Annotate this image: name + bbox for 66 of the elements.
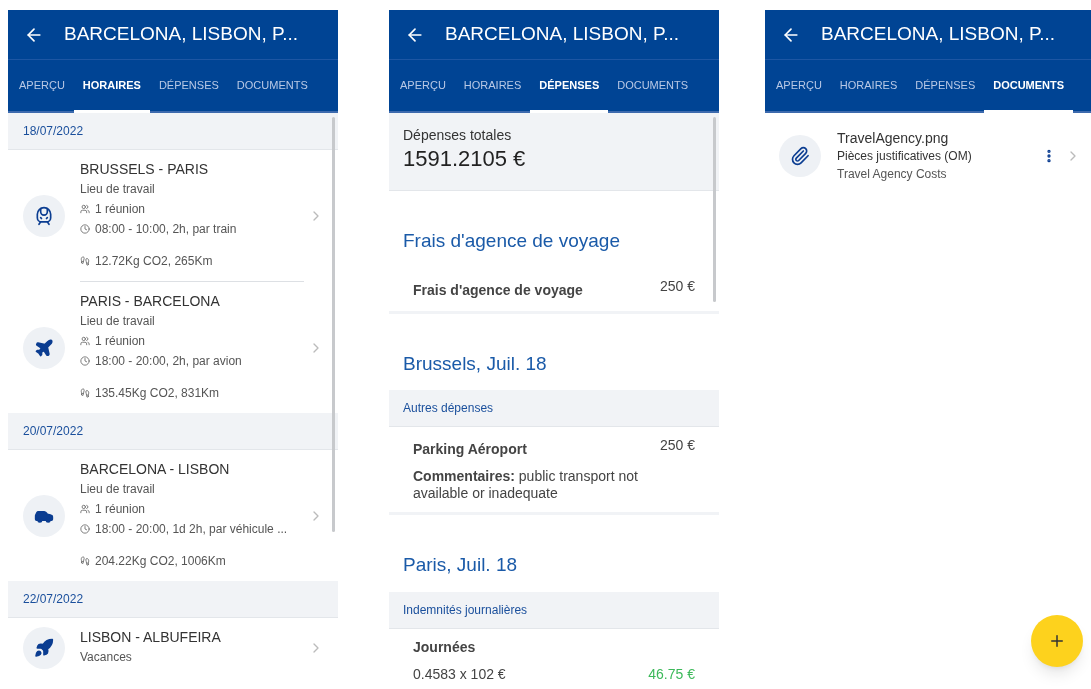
people-icon — [80, 504, 90, 514]
section-title: Paris, Juil. 18 — [402, 553, 519, 577]
people-icon — [80, 336, 90, 346]
expense-amount: 250 € — [659, 436, 695, 455]
tab[interactable]: DÉPENSES — [149, 60, 228, 113]
footprint-icon — [80, 388, 90, 398]
clock-icon — [80, 356, 90, 366]
tab[interactable]: DOCUMENTS — [227, 60, 317, 113]
allowance-amount: 46.75 € — [648, 664, 695, 684]
people-icon — [80, 204, 90, 214]
screen-title: BARCELONA, LISBON, P... — [445, 22, 680, 47]
meeting-count: 1 réunion — [95, 333, 146, 350]
trip-emissions: 12.72Kg CO2, 265Km — [95, 253, 213, 270]
tab[interactable]: APERÇU — [767, 60, 831, 113]
trip-route: PARIS - BARCELONA — [80, 292, 221, 311]
tab[interactable]: HORAIRES — [454, 60, 531, 113]
tab[interactable]: DOCUMENTS — [608, 60, 698, 113]
category-header: Indemnités journalières — [403, 601, 528, 619]
plus-icon — [1048, 632, 1066, 650]
trip-purpose: Lieu de travail — [80, 481, 156, 498]
expense-amount: 250 € — [659, 276, 695, 296]
total-label: Dépenses totales — [403, 126, 513, 145]
document-name: TravelAgency.png — [837, 129, 950, 147]
date-header: 18/07/2022 — [23, 123, 84, 140]
expense-comment: Commentaires: public transport not available or inadequate — [413, 468, 639, 502]
date-header: 20/07/2022 — [23, 423, 84, 440]
screen-title: BARCELONA, LISBON, P... — [821, 22, 1056, 47]
clock-icon — [80, 224, 90, 234]
meeting-count: 1 réunion — [95, 201, 146, 218]
tab[interactable]: DÉPENSES — [906, 60, 985, 113]
document-item[interactable]: TravelAgency.png Pièces justificatives (OM) Travel Agency Costs — [765, 113, 1091, 199]
airplane-icon — [34, 337, 54, 358]
trip-route: BRUSSELS - PARIS — [80, 160, 210, 179]
section-title: Brussels, Juil. 18 — [402, 351, 548, 376]
tab[interactable]: APERÇU — [391, 60, 455, 113]
expense-name: Parking Aéroport — [413, 440, 527, 459]
trip-purpose: Lieu de travail — [80, 313, 156, 330]
tab[interactable]: HORAIRES — [830, 60, 907, 113]
document-description: Travel Agency Costs — [837, 166, 948, 183]
document-type: Pièces justificatives (OM) — [837, 148, 973, 165]
expense-name: Frais d'agence de voyage — [413, 280, 583, 300]
date-header: 22/07/2022 — [23, 591, 84, 608]
paperclip-icon — [790, 146, 810, 166]
trip-time: 18:00 - 20:00, 1d 2h, par véhicule ... — [95, 521, 288, 538]
trip-route: BARCELONA - LISBON — [80, 460, 231, 479]
trip-emissions: 135.45Kg CO2, 831Km — [95, 385, 220, 402]
trip-emissions: 204.22Kg CO2, 1006Km — [95, 553, 226, 570]
footprint-icon — [80, 556, 90, 566]
trip-time: 18:00 - 20:00, 2h, par avion — [95, 353, 242, 370]
total-amount: 1591.2105 € — [403, 146, 527, 172]
meeting-count: 1 réunion — [95, 501, 146, 518]
tab[interactable]: APERÇU — [10, 60, 74, 113]
clock-icon — [80, 524, 90, 534]
allowance-formula: 0.4583 x 102 € — [413, 664, 506, 684]
footprint-icon — [80, 256, 90, 266]
rocket-icon — [34, 637, 54, 658]
category-header: Autres dépenses — [403, 400, 494, 417]
screen-title: BARCELONA, LISBON, P... — [64, 22, 299, 47]
trip-time: 08:00 - 10:00, 2h, par train — [95, 221, 237, 238]
trip-purpose: Lieu de travail — [80, 181, 156, 198]
allowance-name: Journées — [413, 637, 477, 657]
trip-route: LISBON - ALBUFEIRA — [80, 628, 222, 647]
section-title: Frais d'agence de voyage — [402, 229, 621, 253]
trip-purpose: Vacances — [80, 649, 133, 666]
train-icon — [34, 206, 54, 226]
tab[interactable]: DOCUMENTS — [984, 60, 1074, 113]
